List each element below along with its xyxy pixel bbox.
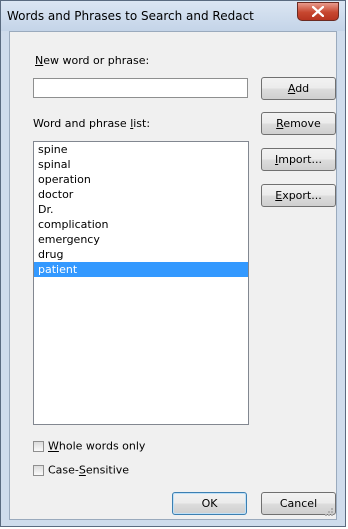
dialog-client-area: New word or phrase: Add Word and phrase … xyxy=(9,31,337,520)
export-button[interactable]: Export... xyxy=(261,184,336,207)
window-title: Words and Phrases to Search and Redact xyxy=(7,9,254,23)
title-bar[interactable]: Words and Phrases to Search and Redact xyxy=(1,1,345,31)
list-item[interactable]: operation xyxy=(34,172,248,187)
list-item[interactable]: Dr. xyxy=(34,202,248,217)
phrase-list-label: Word and phrase list: xyxy=(33,117,151,130)
list-item[interactable]: spinal xyxy=(34,157,248,172)
whole-words-checkbox[interactable] xyxy=(33,440,44,452)
new-phrase-label: New word or phrase: xyxy=(35,54,150,67)
case-sensitive-checkbox[interactable] xyxy=(33,464,44,476)
add-button[interactable]: Add xyxy=(261,77,336,100)
dialog-window: Words and Phrases to Search and Redact N… xyxy=(0,0,346,527)
phrase-listbox[interactable]: spine spinal operation doctor Dr. complicatio… xyxy=(33,141,249,425)
list-item[interactable]: spine xyxy=(34,142,248,157)
whole-words-label: Whole words only xyxy=(48,439,146,453)
new-phrase-input[interactable] xyxy=(33,78,248,98)
case-sensitive-option[interactable]: Case-Sensitive xyxy=(33,463,129,477)
close-icon xyxy=(312,6,324,17)
list-item[interactable]: drug xyxy=(34,247,248,262)
whole-words-option[interactable]: Whole words only xyxy=(33,439,145,453)
resize-grip-icon[interactable] xyxy=(324,507,334,517)
import-button[interactable]: Import... xyxy=(261,148,336,171)
list-item[interactable]: emergency xyxy=(34,232,248,247)
list-item[interactable]: patient xyxy=(34,262,248,277)
ok-button[interactable]: OK xyxy=(172,492,247,515)
list-item[interactable]: complication xyxy=(34,217,248,232)
case-sensitive-label: Case-Sensitive xyxy=(48,463,130,477)
close-button[interactable] xyxy=(297,2,339,21)
remove-button[interactable]: Remove xyxy=(261,112,336,135)
list-item[interactable]: doctor xyxy=(34,187,248,202)
